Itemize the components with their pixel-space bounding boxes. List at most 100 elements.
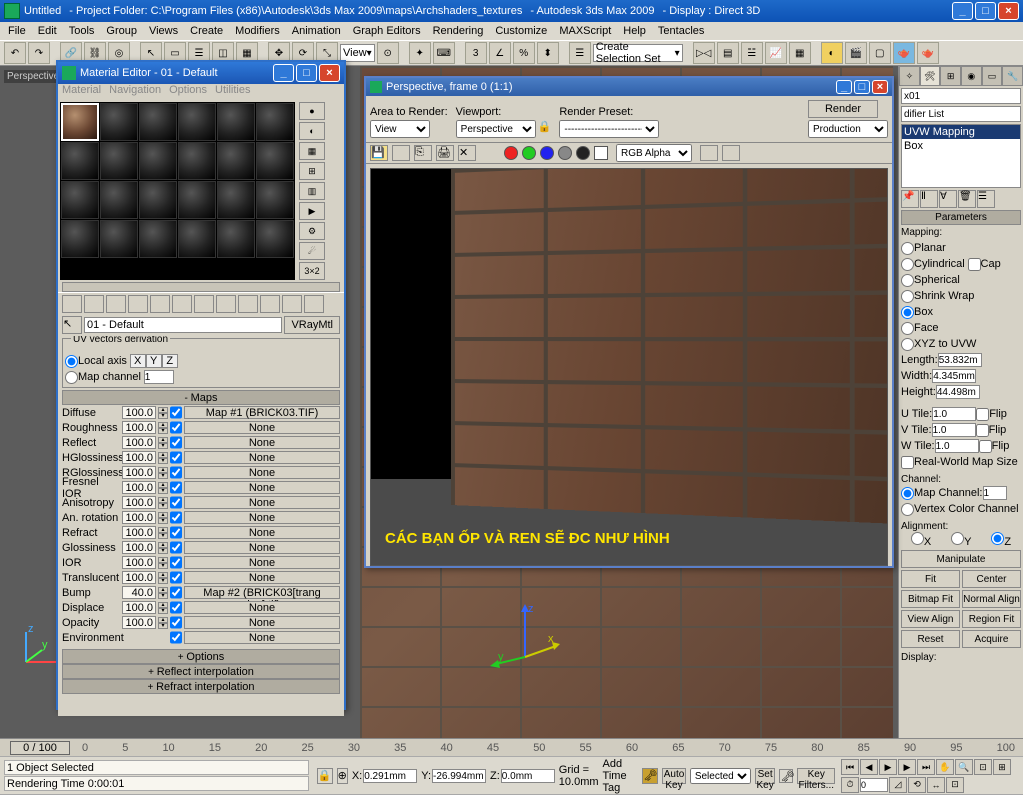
wflip-checkbox[interactable]	[979, 440, 992, 453]
map-planar-radio[interactable]	[901, 242, 914, 255]
schematic-button[interactable]: ▦	[789, 42, 811, 64]
autokey-button[interactable]: Auto Key	[662, 768, 686, 784]
mapchannel-radio[interactable]	[901, 487, 914, 500]
mat-menu-options[interactable]: Options	[169, 84, 207, 100]
zoom-button[interactable]: 🔍	[955, 759, 973, 775]
map-face-radio[interactable]	[901, 322, 914, 335]
sample-type-button[interactable]: ●	[299, 102, 325, 120]
redo-button[interactable]: ↷	[28, 42, 50, 64]
mat-menu-material[interactable]: Material	[62, 84, 101, 100]
red-channel-button[interactable]	[504, 146, 518, 160]
align-button[interactable]: ▤	[717, 42, 739, 64]
menu-animation[interactable]: Animation	[286, 23, 347, 39]
map-enable-checkbox[interactable]	[170, 406, 182, 419]
map-enable-checkbox[interactable]	[170, 556, 182, 569]
material-name-input[interactable]	[84, 317, 282, 333]
addtimetag-label[interactable]: Add Time Tag	[603, 758, 639, 794]
width-input[interactable]	[932, 369, 976, 383]
toggle-b-button[interactable]	[722, 145, 740, 161]
map-slot-button[interactable]: None	[184, 526, 340, 539]
sample-hscroll[interactable]	[62, 282, 340, 292]
mat-close-button[interactable]: ×	[319, 64, 340, 82]
make-unique-button[interactable]	[172, 295, 192, 313]
spin-down[interactable]: ▾	[158, 608, 168, 614]
snap-button[interactable]: 3	[465, 42, 487, 64]
sample-slot[interactable]	[217, 220, 255, 258]
render-button[interactable]: Render	[808, 100, 878, 118]
sample-slot[interactable]	[256, 220, 294, 258]
spin-down[interactable]: ▾	[158, 593, 168, 599]
sample-slot[interactable]	[139, 103, 177, 141]
render-setup-button[interactable]: 🎬	[845, 42, 867, 64]
vflip-checkbox[interactable]	[976, 424, 989, 437]
zoom-all-button[interactable]: ⊡	[974, 759, 992, 775]
menu-modifiers[interactable]: Modifiers	[229, 23, 286, 39]
maximize-button[interactable]: □	[975, 2, 996, 20]
render-minimize-button[interactable]: _	[836, 80, 852, 94]
tab-create[interactable]: ✧	[899, 66, 920, 86]
map-amount[interactable]: 100.0	[122, 466, 156, 479]
sample-slot[interactable]	[178, 220, 216, 258]
production-dropdown[interactable]: Production	[808, 120, 888, 138]
show-end-button[interactable]	[260, 295, 280, 313]
key-icon[interactable]: 🗝	[642, 768, 658, 784]
spin-down[interactable]: ▾	[158, 503, 168, 509]
uv-mapch-input[interactable]	[144, 370, 174, 384]
map-enable-checkbox[interactable]	[170, 511, 182, 524]
options-rollout[interactable]: + Options	[62, 649, 340, 664]
green-channel-button[interactable]	[522, 146, 536, 160]
named-sel-icon[interactable]: ☰	[569, 42, 591, 64]
sample-slot[interactable]	[61, 181, 99, 219]
sample-slot[interactable]	[178, 142, 216, 180]
clone-button[interactable]: ⎘	[414, 145, 432, 161]
normalalign-button[interactable]: Normal Align	[962, 590, 1021, 608]
regionfit-button[interactable]: Region Fit	[962, 610, 1021, 628]
configure-button[interactable]: ☰	[977, 190, 995, 208]
map-enable-checkbox[interactable]	[170, 541, 182, 554]
spin-down[interactable]: ▾	[158, 533, 168, 539]
realworld-checkbox[interactable]	[901, 456, 914, 469]
map-amount[interactable]: 100.0	[122, 616, 156, 629]
sample-slot[interactable]	[178, 181, 216, 219]
tab-utilities[interactable]: 🔧	[1002, 66, 1023, 86]
map-amount[interactable]: 100.0	[122, 526, 156, 539]
map-amount[interactable]: 100.0	[122, 406, 156, 419]
mat-menu-utilities[interactable]: Utilities	[215, 84, 250, 100]
map-amount[interactable]: 100.0	[122, 556, 156, 569]
menu-maxscript[interactable]: MAXScript	[553, 23, 617, 39]
map-slot-button[interactable]: None	[184, 601, 340, 614]
menu-group[interactable]: Group	[100, 23, 143, 39]
map-enable-checkbox[interactable]	[170, 616, 182, 629]
map-enable-checkbox[interactable]	[170, 451, 182, 464]
map-amount[interactable]: 100.0	[122, 451, 156, 464]
backlight-button[interactable]: ◐	[299, 122, 325, 140]
fit-button[interactable]: Fit	[901, 570, 960, 588]
reflect-interp-rollout[interactable]: + Reflect interpolation	[62, 664, 340, 679]
mat-maximize-button[interactable]: □	[296, 64, 317, 82]
dolly-button[interactable]: ↔	[927, 777, 945, 793]
next-frame-button[interactable]: ▶	[898, 759, 916, 775]
timeline[interactable]: 0 / 100 05101520253035404550556065707580…	[0, 739, 1023, 757]
stack-box[interactable]: Box	[902, 139, 1020, 153]
sample-slot[interactable]	[217, 142, 255, 180]
uv-tile-button[interactable]: ⊞	[299, 162, 325, 180]
align-x-radio[interactable]	[911, 532, 924, 545]
uv-mapch-radio[interactable]	[65, 371, 78, 384]
align-z-radio[interactable]	[991, 532, 1004, 545]
current-frame-input[interactable]	[860, 778, 888, 792]
center-button[interactable]: Center	[962, 570, 1021, 588]
wtile-input[interactable]	[935, 439, 979, 453]
map-enable-checkbox[interactable]	[170, 571, 182, 584]
blue-channel-button[interactable]	[540, 146, 554, 160]
keyfilters-button[interactable]: Key Filters...	[797, 768, 835, 784]
z-input[interactable]	[501, 769, 555, 783]
manipulate-button[interactable]: Manipulate	[901, 550, 1021, 568]
spin-down[interactable]: ▾	[158, 578, 168, 584]
map-box-radio[interactable]	[901, 306, 914, 319]
map-amount[interactable]: 100.0	[122, 436, 156, 449]
map-amount[interactable]: 100.0	[122, 541, 156, 554]
render-frame-button[interactable]: ▢	[869, 42, 891, 64]
map-slot-button[interactable]: Map #1 (BRICK03.TIF)	[184, 406, 340, 419]
sample-slot[interactable]	[256, 142, 294, 180]
key-big-icon[interactable]: 🗝	[779, 769, 793, 783]
